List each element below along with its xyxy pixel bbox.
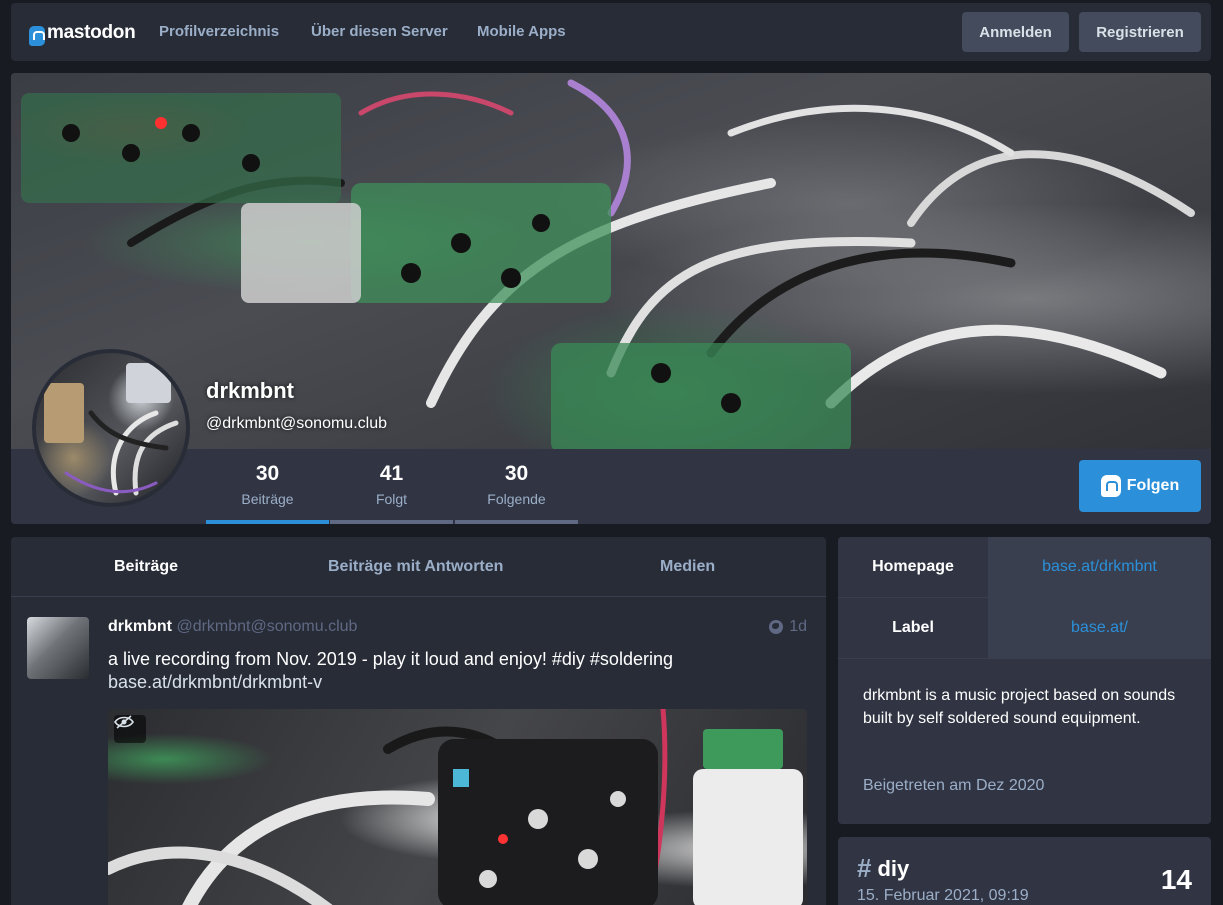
counter-following-underline bbox=[330, 520, 453, 524]
field-label: Label base.at/ bbox=[838, 598, 1211, 659]
tab-posts[interactable]: Beiträge bbox=[114, 558, 178, 576]
profile-avatar[interactable] bbox=[32, 349, 190, 507]
follow-button-label: Folgen bbox=[1126, 477, 1180, 494]
mastodon-logo-icon bbox=[29, 26, 45, 46]
featured-hashtag[interactable]: # diy 15. Februar 2021, 09:19 14 bbox=[838, 837, 1211, 905]
profile-tabs: Beiträge Beiträge mit Antworten Medien bbox=[11, 537, 826, 597]
register-button[interactable]: Registrieren bbox=[1079, 12, 1201, 52]
counter-followers[interactable]: 30 Folgende bbox=[455, 449, 578, 524]
mastodon-logo[interactable]: mastodon bbox=[29, 20, 136, 46]
main-column: Beiträge Beiträge mit Antworten Medien d… bbox=[11, 537, 826, 905]
status-author[interactable]: drkmbnt @drkmbnt@sonomu.club bbox=[108, 618, 357, 636]
logo-text: mastodon bbox=[47, 22, 136, 43]
counter-following-value: 41 bbox=[379, 462, 404, 485]
top-navigation: mastodon Profilverzeichnis Über diesen S… bbox=[11, 3, 1211, 61]
counter-following-label: Folgt bbox=[375, 491, 408, 507]
globe-icon bbox=[769, 620, 784, 634]
field-label-value[interactable]: base.at/ bbox=[988, 598, 1211, 658]
counter-posts-label: Beiträge bbox=[241, 491, 294, 507]
tab-posts-and-replies[interactable]: Beiträge mit Antworten bbox=[328, 558, 503, 576]
status-text: a live recording from Nov. 2019 - play i… bbox=[108, 649, 673, 669]
status-item[interactable]: drkmbnt @drkmbnt@sonomu.club 1d a live r… bbox=[11, 598, 826, 905]
profile-header: drkmbnt @drkmbnt@sonomu.club 30 Beiträge… bbox=[11, 73, 1211, 524]
nav-link-mobile-apps[interactable]: Mobile Apps bbox=[477, 23, 566, 40]
status-link[interactable]: base.at/drkmbnt/drkmbnt-v bbox=[108, 672, 322, 692]
hashtag-count: 14 bbox=[1160, 864, 1192, 895]
status-account-handle: @drkmbnt@sonomu.club bbox=[176, 618, 358, 635]
profile-bio: drkmbnt is a music project based on soun… bbox=[863, 687, 1176, 727]
field-homepage: Homepage base.at/drkmbnt bbox=[838, 537, 1211, 598]
nav-link-profile-directory[interactable]: Profilverzeichnis bbox=[159, 23, 279, 40]
profile-joined-date: Beigetreten am Dez 2020 bbox=[863, 777, 1045, 794]
counter-following[interactable]: 41 Folgt bbox=[330, 449, 453, 524]
nav-link-about-server[interactable]: Über diesen Server bbox=[311, 23, 448, 40]
hashtag-title: # diy bbox=[857, 853, 909, 884]
profile-fields-panel: Homepage base.at/drkmbnt Label base.at/ … bbox=[838, 537, 1211, 824]
hashtag-name: diy bbox=[877, 855, 910, 881]
mastodon-icon bbox=[1100, 475, 1121, 497]
field-homepage-value[interactable]: base.at/drkmbnt bbox=[988, 537, 1211, 597]
tab-media[interactable]: Medien bbox=[660, 558, 715, 576]
status-time-text: 1d bbox=[789, 618, 807, 635]
profile-display-name: drkmbnt bbox=[206, 378, 294, 403]
hide-media-button[interactable] bbox=[114, 715, 146, 743]
counter-followers-underline bbox=[455, 520, 578, 524]
follow-button[interactable]: Folgen bbox=[1079, 460, 1201, 512]
status-display-name: drkmbnt bbox=[108, 618, 172, 635]
counter-followers-label: Folgende bbox=[487, 491, 546, 507]
profile-account-handle: @drkmbnt@sonomu.club bbox=[206, 415, 387, 432]
field-homepage-name: Homepage bbox=[838, 537, 988, 597]
status-avatar[interactable] bbox=[27, 617, 89, 679]
status-content: a live recording from Nov. 2019 - play i… bbox=[108, 648, 788, 694]
counter-posts-value: 30 bbox=[255, 462, 280, 485]
status-media-image[interactable] bbox=[108, 709, 807, 905]
profile-cover-image bbox=[11, 73, 1211, 449]
counter-posts-underline bbox=[206, 520, 329, 524]
eye-slash-icon bbox=[114, 715, 134, 729]
counter-posts[interactable]: 30 Beiträge bbox=[206, 449, 329, 524]
counter-followers-value: 30 bbox=[504, 462, 529, 485]
avatar-image bbox=[36, 353, 186, 503]
hashtag-icon: # bbox=[857, 853, 872, 883]
field-label-name: Label bbox=[838, 598, 988, 658]
login-button[interactable]: Anmelden bbox=[962, 12, 1069, 52]
hashtag-date: 15. Februar 2021, 09:19 bbox=[857, 887, 1029, 904]
status-timestamp[interactable]: 1d bbox=[769, 618, 807, 636]
